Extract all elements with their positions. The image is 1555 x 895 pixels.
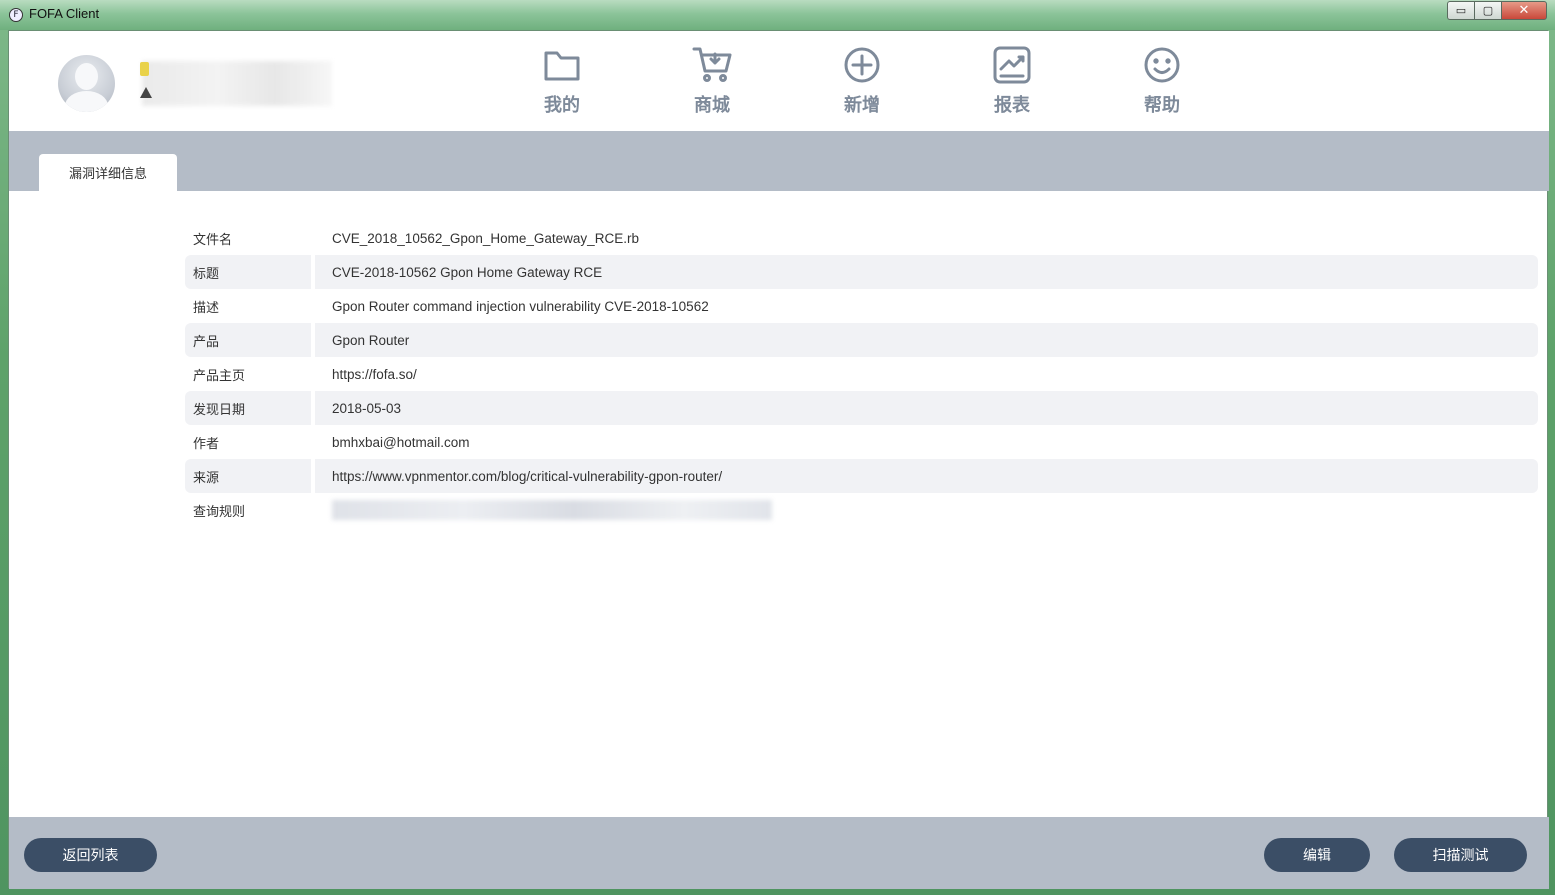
back-to-list-button[interactable]: 返回列表 (24, 838, 157, 872)
smiley-icon (1144, 47, 1180, 83)
nav-item-store[interactable]: 商城 (637, 45, 787, 125)
detail-key: 产品主页 (193, 368, 246, 384)
close-button[interactable]: ✕ (1501, 1, 1547, 20)
query-rule-redacted (332, 500, 772, 520)
shopping-cart-icon (692, 47, 732, 82)
tab-strip: 漏洞详细信息 (9, 131, 1549, 191)
nav-label: 商城 (694, 95, 730, 116)
detail-value: CVE-2018-10562 Gpon Home Gateway RCE (315, 255, 1538, 289)
detail-row-product: 产品 Gpon Router (185, 323, 1538, 357)
detail-key: 发现日期 (185, 391, 311, 425)
detail-row-title: 标题 CVE-2018-10562 Gpon Home Gateway RCE (185, 255, 1538, 289)
vuln-detail-table: 文件名 CVE_2018_10562_Gpon_Home_Gateway_RCE… (185, 221, 1538, 527)
nav-label: 我的 (544, 95, 580, 116)
avatar-head (75, 63, 98, 90)
nav-item-add[interactable]: 新增 (787, 45, 937, 125)
detail-value: https://www.vpnmentor.com/blog/critical-… (315, 459, 1538, 493)
avatar[interactable] (58, 55, 115, 112)
detail-row-author: 作者 bmhxbai@hotmail.com (185, 425, 1538, 459)
detail-value: bmhxbai@hotmail.com (332, 434, 470, 450)
detail-row-description: 描述 Gpon Router command injection vulnera… (185, 289, 1538, 323)
minimize-button[interactable]: ▭ (1447, 1, 1474, 20)
detail-row-homepage: 产品主页 https://fofa.so/ (185, 357, 1538, 391)
detail-value (315, 493, 1538, 527)
detail-key: 描述 (193, 300, 220, 316)
nav-label: 新增 (844, 95, 880, 116)
title-bar[interactable]: F FOFA Client ▭ ▢ ✕ (0, 0, 1555, 30)
detail-row-filename: 文件名 CVE_2018_10562_Gpon_Home_Gateway_RCE… (185, 221, 1538, 255)
detail-key: 作者 (193, 436, 220, 452)
detail-value: CVE_2018_10562_Gpon_Home_Gateway_RCE.rb (332, 230, 639, 246)
nav-label: 帮助 (1144, 95, 1180, 116)
detail-key: 查询规则 (193, 504, 246, 520)
detail-row-source: 来源 https://www.vpnmentor.com/blog/critic… (185, 459, 1538, 493)
chart-report-icon (993, 46, 1031, 84)
notification-bell-icon[interactable] (140, 87, 152, 98)
maximize-icon: ▢ (1482, 4, 1494, 17)
vip-badge-icon (140, 62, 149, 76)
minimize-icon: ▭ (1455, 4, 1467, 17)
detail-key: 产品 (185, 323, 311, 357)
detail-value: 2018-05-03 (315, 391, 1538, 425)
app-window: 我的 商城 新增 报表 帮助 漏洞详细信息 文件名 CVE_2018_10562… (8, 30, 1549, 889)
detail-row-date: 发现日期 2018-05-03 (185, 391, 1538, 425)
detail-value: https://fofa.so/ (332, 366, 417, 382)
detail-value: Gpon Router command injection vulnerabil… (332, 298, 709, 314)
nav-item-report[interactable]: 报表 (937, 45, 1087, 125)
folder-icon (544, 51, 580, 81)
maximize-button[interactable]: ▢ (1474, 1, 1501, 20)
header: 我的 商城 新增 报表 帮助 (9, 31, 1549, 131)
fofa-logo-icon: F (9, 8, 23, 22)
footer-bar: 返回列表 编辑 扫描测试 (9, 817, 1549, 889)
window-title: FOFA Client (29, 6, 100, 21)
nav-item-mine[interactable]: 我的 (487, 45, 637, 125)
detail-key: 文件名 (193, 232, 233, 248)
detail-key: 标题 (185, 255, 311, 289)
avatar-body (65, 91, 108, 112)
username-redacted (142, 61, 332, 106)
detail-value: Gpon Router (315, 323, 1538, 357)
detail-row-query-rule: 查询规则 (185, 493, 1538, 527)
scan-test-button[interactable]: 扫描测试 (1394, 838, 1527, 872)
window-controls: ▭ ▢ ✕ (1447, 1, 1547, 20)
main-nav: 我的 商城 新增 报表 帮助 (487, 45, 1237, 125)
close-icon: ✕ (1518, 3, 1530, 18)
edit-button[interactable]: 编辑 (1264, 838, 1370, 872)
nav-item-help[interactable]: 帮助 (1087, 45, 1237, 125)
plus-circle-icon (844, 47, 880, 83)
nav-label: 报表 (994, 95, 1030, 116)
detail-key: 来源 (185, 459, 311, 493)
tab-vuln-details[interactable]: 漏洞详细信息 (39, 154, 177, 191)
